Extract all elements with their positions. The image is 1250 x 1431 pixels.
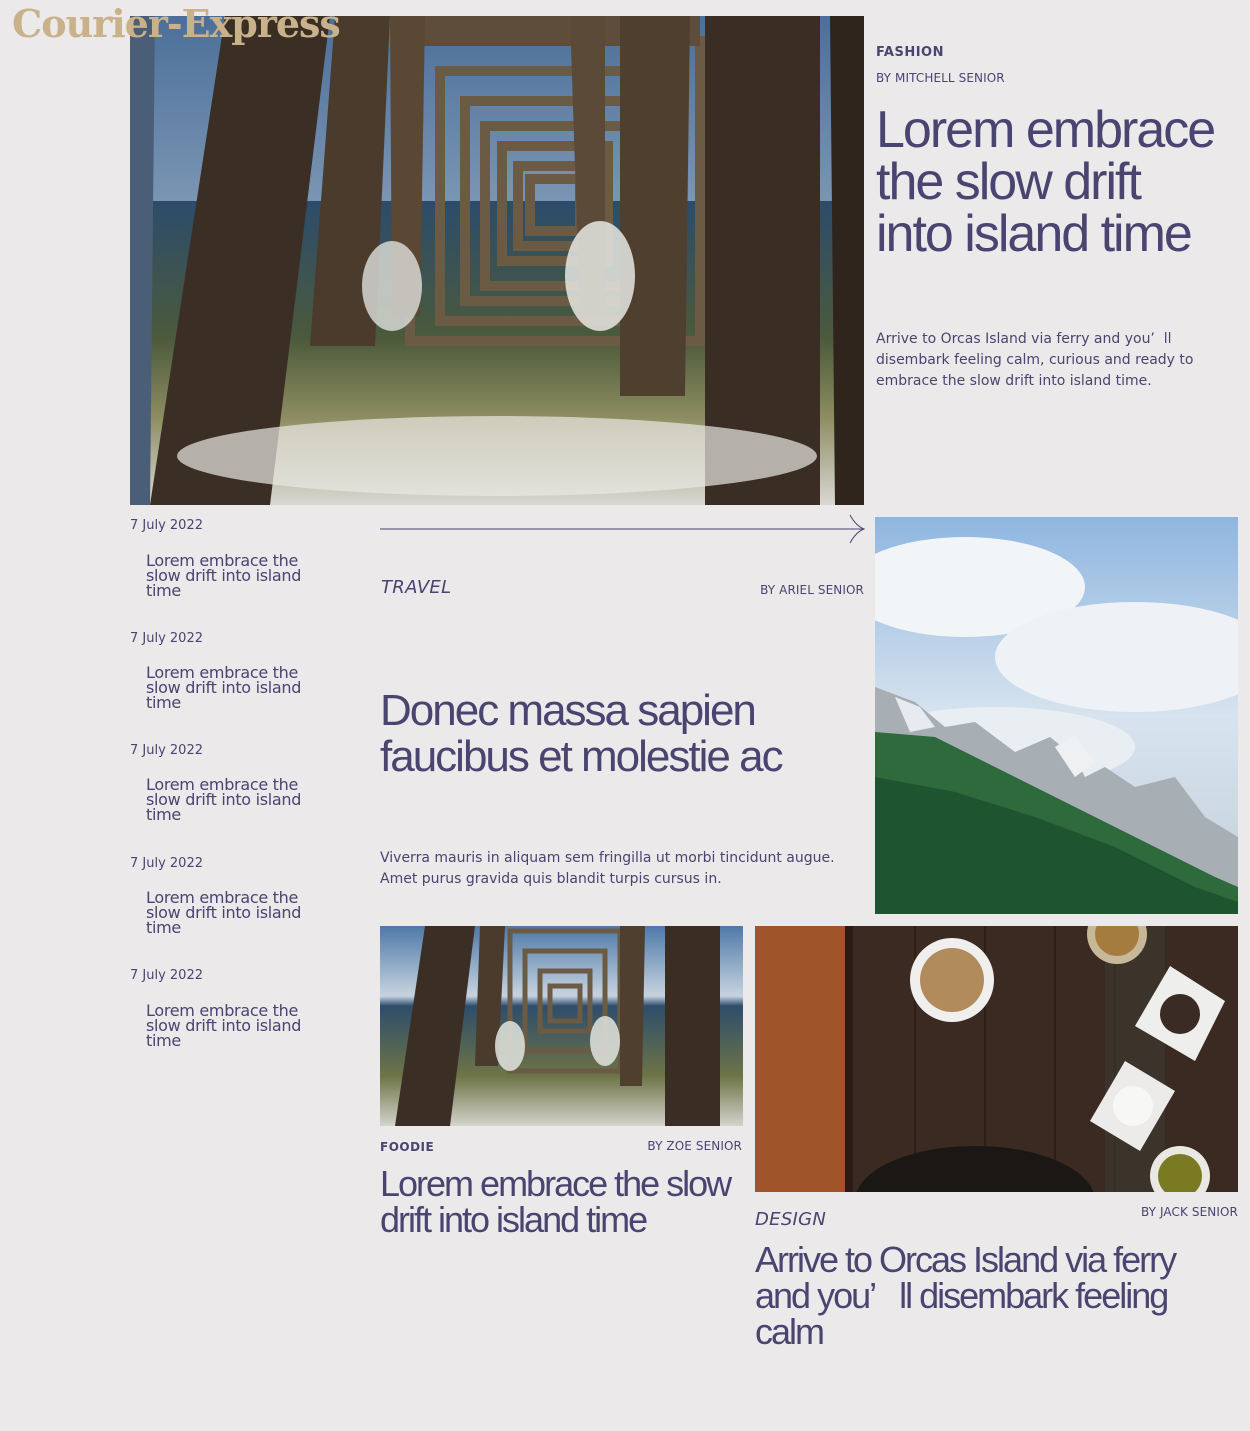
travel-title[interactable]: Donec massa sapien faucibus et molestie … [380,688,850,780]
item-title[interactable]: Lorem embrace the slow drift into island… [146,665,306,711]
list-item[interactable]: 7 July 2022 Lorem embrace the slow drift… [130,856,330,968]
item-date: 7 July 2022 [130,856,203,871]
design-byline[interactable]: BY JACK SENIOR [1141,1205,1238,1219]
travel-category[interactable]: TRAVEL [381,577,451,598]
list-item[interactable]: 7 July 2022 Lorem embrace the slow drift… [130,518,330,631]
travel-byline[interactable]: BY ARIEL SENIOR [760,583,864,597]
foodie-title[interactable]: Lorem embrace the slow drift into island… [380,1166,745,1238]
mountain-photo-icon [875,517,1238,914]
item-title[interactable]: Lorem embrace the slow drift into island… [146,553,306,599]
list-item[interactable]: 7 July 2022 Lorem embrace the slow drift… [130,743,330,856]
arrow-right-icon [380,514,866,544]
design-category[interactable]: DESIGN [755,1209,826,1230]
next-arrow[interactable] [380,514,866,544]
foodie-category[interactable]: FOODIE [380,1140,434,1154]
sidebar-list: 7 July 2022 Lorem embrace the slow drift… [130,518,330,1080]
item-title[interactable]: Lorem embrace the slow drift into island… [146,890,306,936]
feature-title[interactable]: Lorem embrace the slow drift into island… [876,104,1226,260]
item-title[interactable]: Lorem embrace the slow drift into island… [146,777,306,823]
feature-excerpt: Arrive to Orcas Island via ferry and you… [876,331,1194,389]
travel-excerpt: Viverra mauris in aliquam sem fringilla … [380,850,835,887]
list-item[interactable]: 7 July 2022 Lorem embrace the slow drift… [130,968,330,1080]
foodie-image[interactable] [380,926,743,1126]
feature-byline[interactable]: BY MITCHELL SENIOR [876,71,1005,85]
pier-photo-icon [380,926,743,1126]
list-item[interactable]: 7 July 2022 Lorem embrace the slow drift… [130,631,330,743]
item-title[interactable]: Lorem embrace the slow drift into island… [146,1003,306,1049]
feature-image[interactable] [130,16,864,505]
feature-category[interactable]: FASHION [876,45,944,60]
item-date: 7 July 2022 [130,631,203,646]
design-image[interactable] [755,926,1238,1192]
spices-photo-icon [755,926,1238,1192]
item-date: 7 July 2022 [130,743,203,758]
design-title[interactable]: Arrive to Orcas Island via ferry and you… [755,1242,1235,1350]
item-date: 7 July 2022 [130,518,203,533]
item-date: 7 July 2022 [130,968,203,983]
site-logo[interactable]: Courier-Express [12,2,341,46]
pier-photo-icon [130,16,864,505]
foodie-byline[interactable]: BY ZOE SENIOR [647,1139,742,1153]
travel-image[interactable] [875,517,1238,914]
